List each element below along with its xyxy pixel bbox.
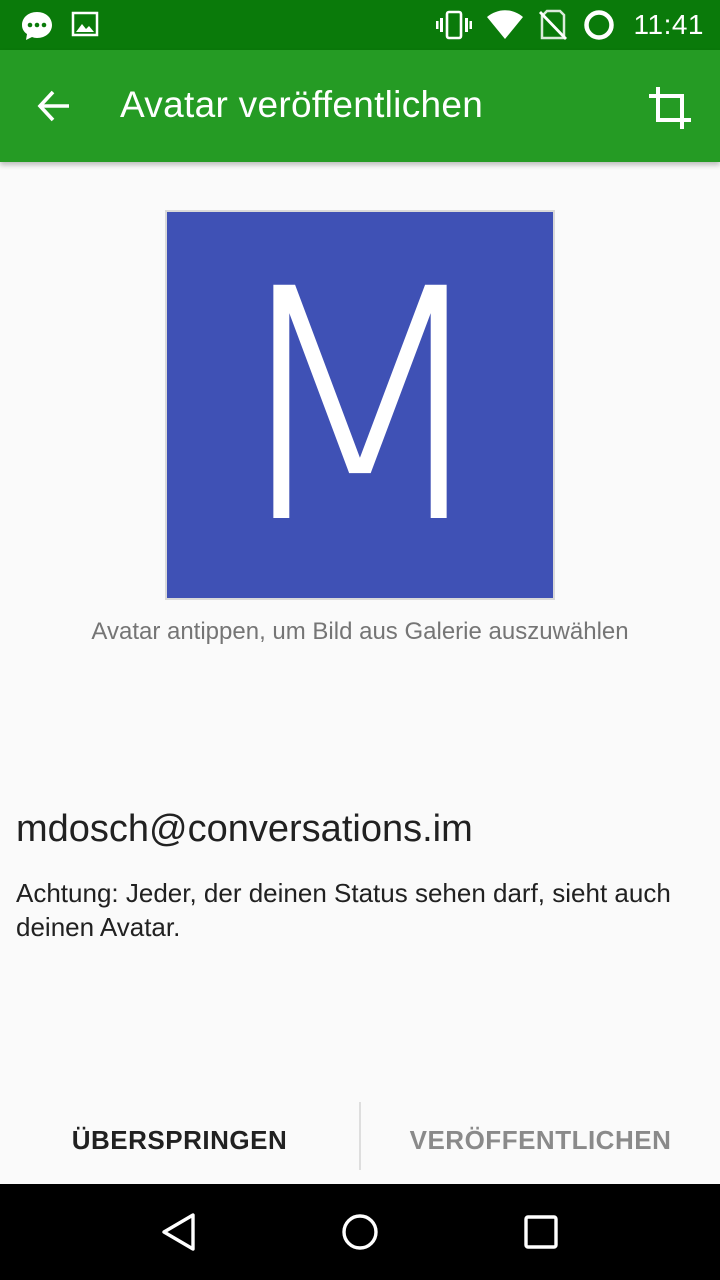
- home-circle-icon: [342, 1214, 378, 1250]
- back-button[interactable]: [26, 78, 82, 134]
- nav-recents-button[interactable]: [509, 1200, 573, 1264]
- account-jid: mdosch@conversations.im: [16, 808, 473, 850]
- no-sim-icon: [538, 8, 568, 42]
- screen: 11:41 Avatar veröffentlichen M Avatar an…: [0, 0, 720, 1280]
- status-time: 11:41: [633, 9, 704, 40]
- status-left-icons: [20, 9, 100, 43]
- back-triangle-icon: [161, 1213, 195, 1251]
- chat-bubble-icon: [20, 9, 54, 43]
- page-title: Avatar veröffentlichen: [120, 84, 484, 125]
- image-icon: [70, 9, 100, 43]
- avatar-letter: M: [221, 222, 499, 594]
- skip-button[interactable]: ÜBERSPRINGEN: [0, 1096, 359, 1184]
- app-bar: Avatar veröffentlichen: [0, 50, 720, 162]
- nav-home-button[interactable]: [328, 1200, 392, 1264]
- nav-back-button[interactable]: [147, 1200, 211, 1264]
- battery-ring-icon: [582, 8, 616, 42]
- avatar-hint: Avatar antippen, um Bild aus Galerie aus…: [91, 618, 629, 645]
- wifi-icon: [486, 10, 524, 40]
- warning-text: Achtung: Jeder, der deinen Status sehen …: [16, 878, 671, 942]
- publish-button[interactable]: VERÖFFENTLICHEN: [361, 1096, 720, 1184]
- crop-button[interactable]: [642, 80, 698, 136]
- navigation-bar: [0, 1184, 720, 1280]
- crop-icon: [649, 87, 691, 129]
- status-bar: 11:41: [0, 0, 720, 50]
- recents-square-icon: [524, 1215, 559, 1249]
- button-row: ÜBERSPRINGEN VERÖFFENTLICHEN: [0, 1096, 720, 1184]
- arrow-back-icon: [37, 90, 69, 122]
- avatar-image[interactable]: M: [165, 210, 555, 600]
- status-right-icons: 11:41: [435, 8, 705, 42]
- vibrate-icon: [435, 8, 472, 42]
